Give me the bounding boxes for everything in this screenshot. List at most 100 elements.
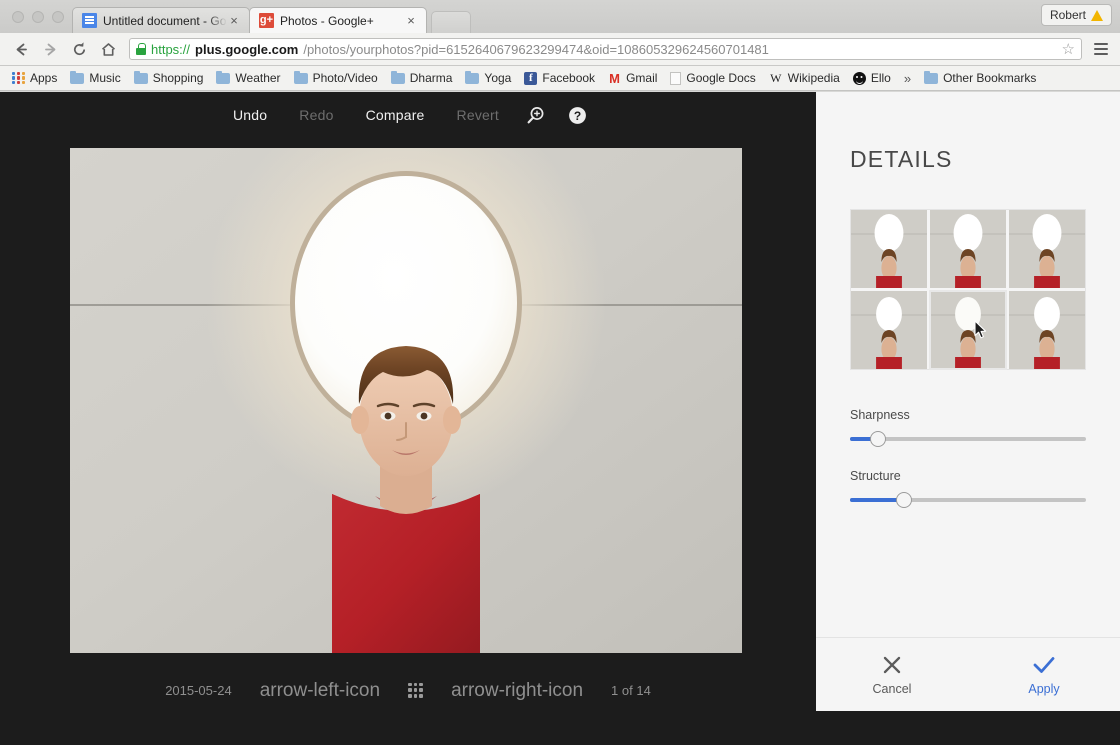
lock-icon: [136, 43, 146, 55]
profile-name: Robert: [1049, 8, 1086, 22]
bookmark-shopping[interactable]: Shopping: [128, 69, 210, 87]
bookmark-label: Weather: [235, 71, 281, 85]
grid-view-icon[interactable]: [408, 682, 424, 698]
bookmark-label: Shopping: [152, 71, 204, 85]
preset-thumbnail[interactable]: [851, 210, 927, 288]
window-zoom-button[interactable]: [52, 11, 64, 23]
structure-label: Structure: [850, 469, 901, 483]
editor-toolbar: Undo Redo Compare Revert ?: [0, 92, 816, 134]
url-scheme: https://: [151, 41, 191, 57]
home-icon[interactable]: [95, 36, 121, 62]
bookmark-weather[interactable]: Weather: [210, 69, 286, 87]
star-icon[interactable]: ☆: [1062, 40, 1075, 58]
bookmark-ello[interactable]: Ello: [847, 69, 897, 87]
new-tab-button[interactable]: [431, 11, 471, 33]
apply-label: Apply: [1028, 682, 1060, 696]
tab-close-icon[interactable]: ×: [404, 14, 418, 27]
folder-icon: [924, 70, 939, 84]
forward-icon[interactable]: [37, 36, 63, 62]
preset-thumbnail[interactable]: [1009, 291, 1085, 369]
window-controls[interactable]: [12, 11, 64, 23]
photo-canvas[interactable]: [70, 148, 742, 745]
bookmark-music[interactable]: Music: [64, 69, 126, 87]
bookmark-label: Facebook: [542, 71, 596, 85]
preset-thumbnail-selected[interactable]: [929, 290, 1007, 370]
bookmark-google-docs[interactable]: Google Docs: [664, 69, 761, 87]
preset-thumbnail[interactable]: [851, 291, 927, 369]
tab-untitled-document[interactable]: Untitled document - Goog ×: [72, 7, 250, 33]
google-docs-icon: [82, 13, 97, 28]
checkmark-icon: [1032, 653, 1056, 677]
profile-button[interactable]: Robert: [1040, 4, 1112, 26]
photo-date: 2015-05-24: [165, 682, 232, 698]
bookmark-label: Music: [89, 71, 121, 85]
bookmark-label: Yoga: [484, 71, 512, 85]
preset-thumbnail[interactable]: [1009, 210, 1085, 288]
bookmark-wikipedia[interactable]: W Wikipedia: [763, 69, 846, 88]
sharpness-label: Sharpness: [850, 408, 910, 422]
folder-icon: [293, 70, 308, 84]
close-x-icon: [881, 653, 903, 677]
cancel-button[interactable]: Cancel: [816, 653, 968, 696]
tab-title: Photos - Google+: [280, 13, 374, 28]
compare-button[interactable]: Compare: [350, 101, 441, 129]
details-panel: DETAILS Sharpness Structure Cancel Apply: [816, 92, 1120, 711]
photo-editor: Undo Redo Compare Revert ? 2015-05-24 ar…: [0, 92, 1120, 711]
hamburger-menu-icon[interactable]: [1090, 43, 1112, 55]
apply-button[interactable]: Apply: [968, 653, 1120, 696]
browser-chrome: Untitled document - Goog × g+ Photos - G…: [0, 0, 1120, 92]
photo-counter: 1 of 14: [611, 682, 651, 698]
navigation-bar: https://plus.google.com/photos/yourphoto…: [0, 33, 1120, 66]
tab-title: Untitled document - Goog: [103, 13, 227, 28]
back-icon[interactable]: [8, 36, 34, 62]
bookmark-dharma[interactable]: Dharma: [385, 69, 459, 87]
gmail-icon: M: [609, 70, 620, 86]
tab-close-icon[interactable]: ×: [227, 14, 241, 27]
undo-button[interactable]: Undo: [217, 101, 283, 129]
preset-thumbnail[interactable]: [930, 210, 1006, 288]
edited-photo[interactable]: [70, 148, 742, 653]
redo-button: Redo: [299, 107, 334, 123]
help-question-icon[interactable]: ?: [557, 100, 599, 130]
structure-slider[interactable]: [850, 492, 1086, 508]
bookmark-facebook[interactable]: f Facebook: [518, 69, 601, 87]
zoom-in-magnifier-icon[interactable]: [515, 100, 557, 130]
editor-stage: Undo Redo Compare Revert ? 2015-05-24 ar…: [0, 92, 816, 711]
arrow-right-icon[interactable]: arrow-right-icon: [445, 681, 589, 700]
bookmark-label: Ello: [870, 71, 891, 85]
reload-icon[interactable]: [66, 36, 92, 62]
bookmark-label: Google Docs: [686, 71, 756, 85]
bookmark-label: Photo/Video: [312, 71, 378, 85]
window-close-button[interactable]: [12, 11, 24, 23]
revert-button: Revert: [456, 107, 499, 123]
tab-photos-google-plus[interactable]: g+ Photos - Google+ ×: [249, 7, 427, 33]
folder-icon: [465, 70, 480, 84]
sharpness-slider[interactable]: [850, 431, 1086, 447]
bookmark-label: Dharma: [409, 71, 453, 85]
slider-thumb[interactable]: [896, 492, 913, 508]
bookmarks-overflow-icon[interactable]: »: [898, 71, 917, 86]
facebook-icon: f: [524, 71, 538, 85]
bookmark-label: Other Bookmarks: [943, 71, 1037, 85]
folder-icon: [216, 70, 231, 84]
structure-slider-block: Structure: [850, 469, 1086, 508]
address-bar[interactable]: https://plus.google.com/photos/yourphoto…: [129, 38, 1082, 60]
bookmark-label: Apps: [30, 71, 58, 85]
slider-thumb[interactable]: [870, 431, 887, 447]
url-path: /photos/yourphotos?pid=61526406796232994…: [303, 41, 769, 57]
folder-icon: [70, 70, 85, 84]
google-plus-icon: g+: [259, 13, 274, 28]
bookmark-other-bookmarks[interactable]: Other Bookmarks: [918, 69, 1042, 87]
arrow-left-icon[interactable]: arrow-left-icon: [254, 681, 386, 700]
bookmark-gmail[interactable]: M Gmail: [602, 69, 663, 87]
folder-icon: [390, 70, 405, 84]
warning-triangle-icon: [1091, 9, 1103, 21]
bookmark-yoga[interactable]: Yoga: [459, 69, 517, 87]
bookmark-apps[interactable]: Apps: [6, 69, 63, 87]
bookmark-label: Wikipedia: [787, 71, 840, 85]
window-minimize-button[interactable]: [32, 11, 44, 23]
panel-title: DETAILS: [850, 146, 953, 172]
tab-strip: Untitled document - Goog × g+ Photos - G…: [0, 0, 1120, 33]
apps-grid-icon: [12, 71, 25, 85]
bookmark-photo-video[interactable]: Photo/Video: [288, 69, 384, 87]
